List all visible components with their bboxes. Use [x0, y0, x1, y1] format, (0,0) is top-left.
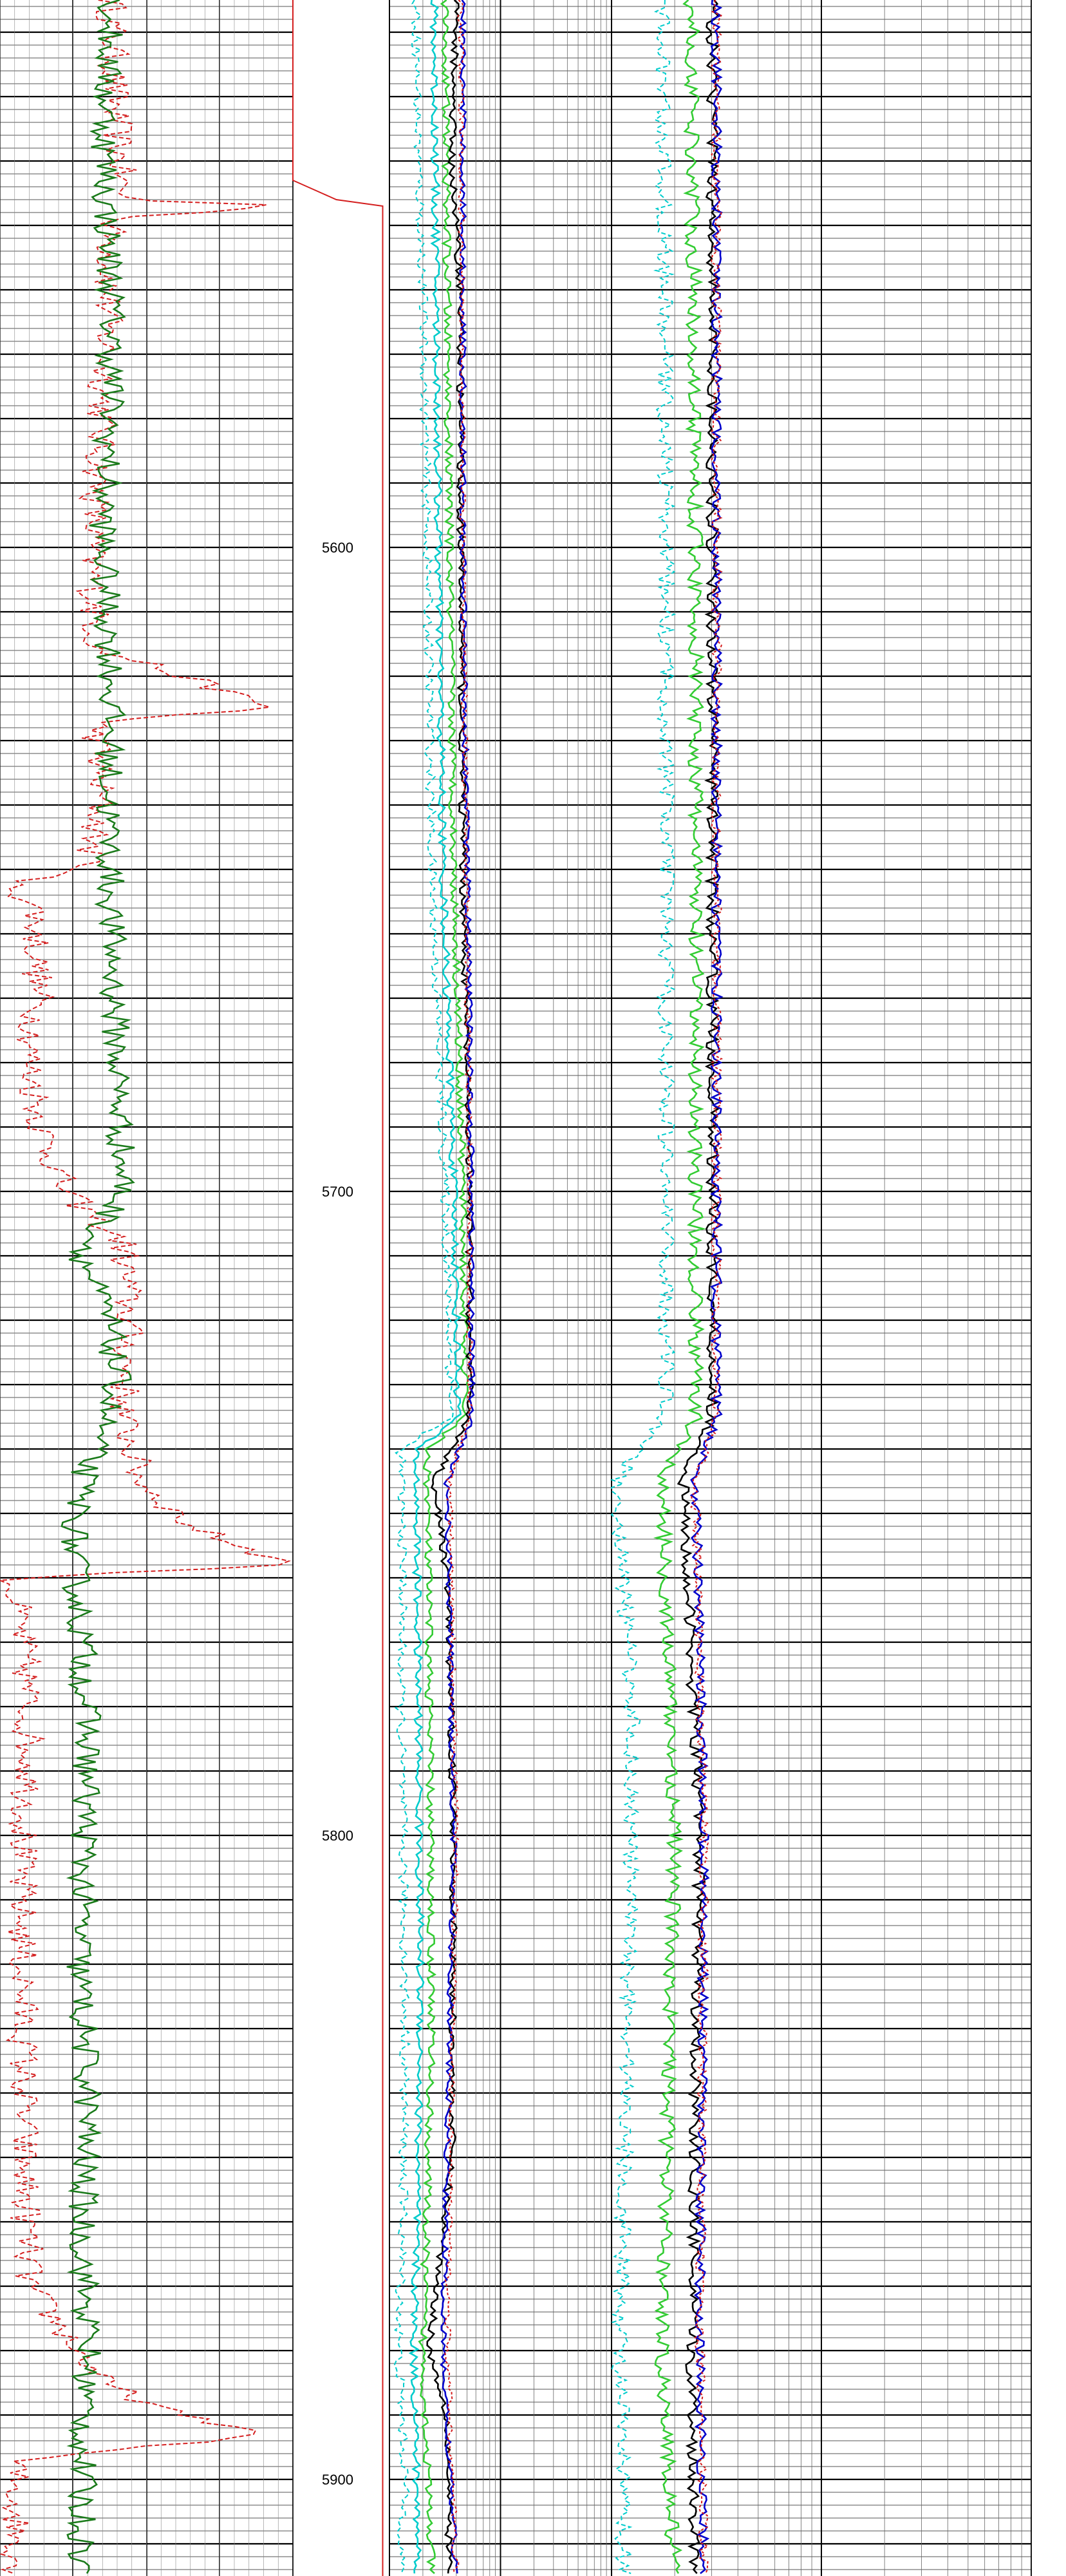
depth-label-5700: 5700	[322, 1184, 353, 1200]
depth-track-curve	[292, 0, 384, 2576]
depth-label-5800: 5800	[322, 1828, 353, 1844]
track3-curve-1	[408, 0, 463, 2574]
grid-layer	[0, 0, 1032, 2576]
track4-curve-1	[653, 0, 706, 2574]
well-log-chart: 5600 5700 5800 5900	[0, 0, 1032, 2576]
depth-labels: 5600 5700 5800 5900	[322, 540, 353, 2488]
track1-curve-0	[0, 0, 292, 2574]
curve-layer	[0, 0, 724, 2576]
depth-label-5900: 5900	[322, 2472, 353, 2488]
depth-label-5600: 5600	[322, 540, 353, 556]
track4-curve-4	[689, 0, 724, 2574]
